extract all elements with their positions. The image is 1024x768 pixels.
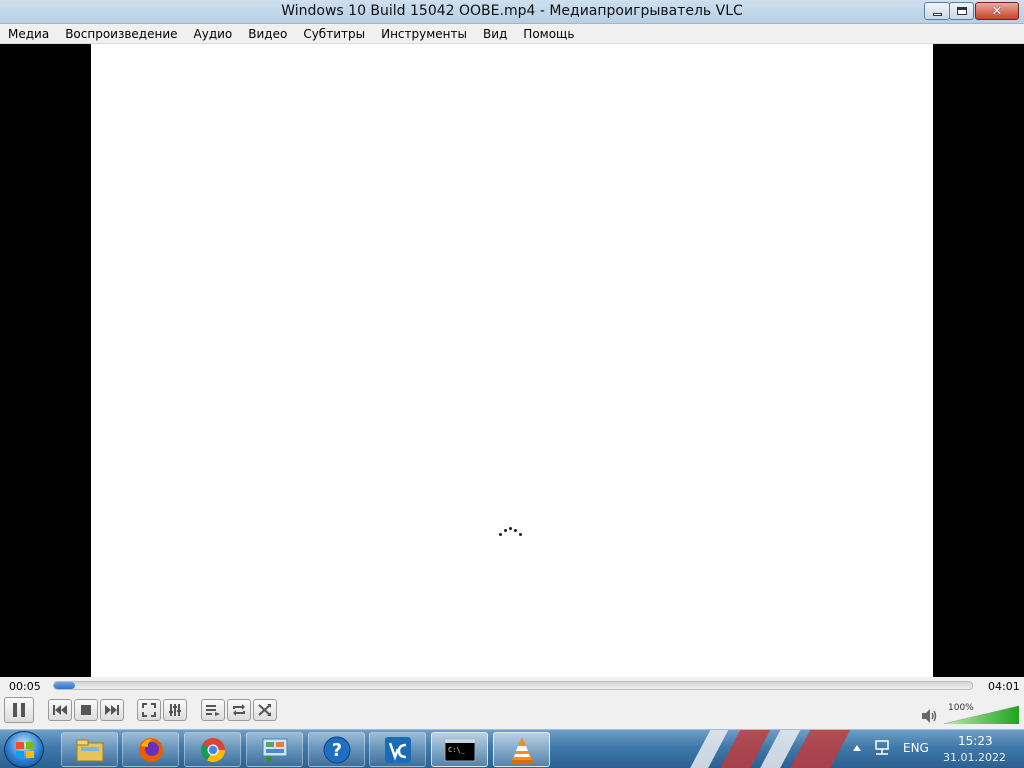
vscode-icon [384,736,411,763]
start-button[interactable] [4,731,44,768]
menu-bar: Медиа Воспроизведение Аудио Видео Субтит… [0,24,1024,44]
playlist-button[interactable] [201,699,225,721]
taskbar-vscode[interactable] [369,732,426,767]
pause-button[interactable] [4,697,34,723]
svg-text:?: ? [331,740,341,761]
playlist-icon [206,705,220,716]
pause-icon [13,703,25,717]
menu-view[interactable]: Вид [475,24,515,44]
previous-icon [53,705,67,715]
minimize-button[interactable] [924,2,950,20]
stop-button[interactable] [74,699,98,721]
vlc-window: Windows 10 Build 15042 OOBE.mp4 - Медиап… [0,0,1024,768]
close-icon: ✕ [991,3,1003,19]
control-panel-icon [262,738,287,762]
taskbar-firefox[interactable] [122,732,179,767]
taskbar-chrome[interactable] [184,732,241,767]
chrome-icon [200,737,225,762]
seek-progress [54,682,76,689]
taskbar: ? C:\_ [0,729,1024,768]
windows-logo-icon [16,742,34,758]
extended-settings-button[interactable] [163,699,187,721]
menu-media[interactable]: Медиа [0,24,57,44]
maximize-icon [956,7,967,15]
maximize-button[interactable] [949,2,974,20]
menu-audio[interactable]: Аудио [186,24,241,44]
volume-slider[interactable] [944,704,1019,724]
vlc-icon [510,736,533,764]
firefox-icon [138,737,163,762]
taskbar-explorer[interactable] [61,732,118,767]
loading-spinner-icon [499,526,525,538]
loop-button[interactable] [227,699,251,721]
file-explorer-icon [76,739,103,761]
video-area[interactable] [0,44,1024,677]
help-icon: ? [323,736,350,763]
stop-icon [81,705,91,715]
show-hidden-icons-icon[interactable] [852,744,862,752]
loop-icon [233,704,245,716]
clock-date[interactable]: 31.01.2022 [943,751,1006,764]
previous-button[interactable] [48,699,72,721]
taskbar-control-panel[interactable] [246,732,303,767]
menu-video[interactable]: Видео [240,24,295,44]
next-button[interactable] [100,699,124,721]
next-icon [105,705,119,715]
total-time[interactable]: 04:01 [988,680,1020,693]
equalizer-icon [169,704,181,716]
shuffle-button[interactable] [253,699,277,721]
taskbar-command-prompt[interactable]: C:\_ [431,732,488,767]
menu-tools[interactable]: Инструменты [373,24,475,44]
taskbar-help[interactable]: ? [308,732,365,767]
title-bar[interactable]: Windows 10 Build 15042 OOBE.mp4 - Медиап… [0,0,1024,24]
window-title: Windows 10 Build 15042 OOBE.mp4 - Медиап… [281,3,743,19]
volume-icon[interactable] [922,709,938,723]
minimize-icon [932,12,942,16]
menu-help[interactable]: Помощь [515,24,582,44]
shuffle-icon [258,704,271,716]
svg-text:C:\_: C:\_ [448,746,466,754]
command-prompt-icon: C:\_ [444,738,475,761]
video-frame [91,44,933,677]
menu-playback[interactable]: Воспроизведение [57,24,185,44]
elapsed-time: 00:05 [9,680,41,693]
clock-time[interactable]: 15:23 [958,734,993,748]
language-indicator[interactable]: ENG [903,741,929,755]
close-button[interactable]: ✕ [975,2,1019,20]
fullscreen-icon [142,703,156,717]
fullscreen-button[interactable] [137,699,161,721]
taskbar-vlc[interactable] [493,732,550,767]
playback-controls: 00:05 04:01 100% [0,677,1024,729]
menu-subtitles[interactable]: Субтитры [295,24,373,44]
seek-bar[interactable] [53,681,973,690]
network-icon[interactable] [873,739,891,757]
